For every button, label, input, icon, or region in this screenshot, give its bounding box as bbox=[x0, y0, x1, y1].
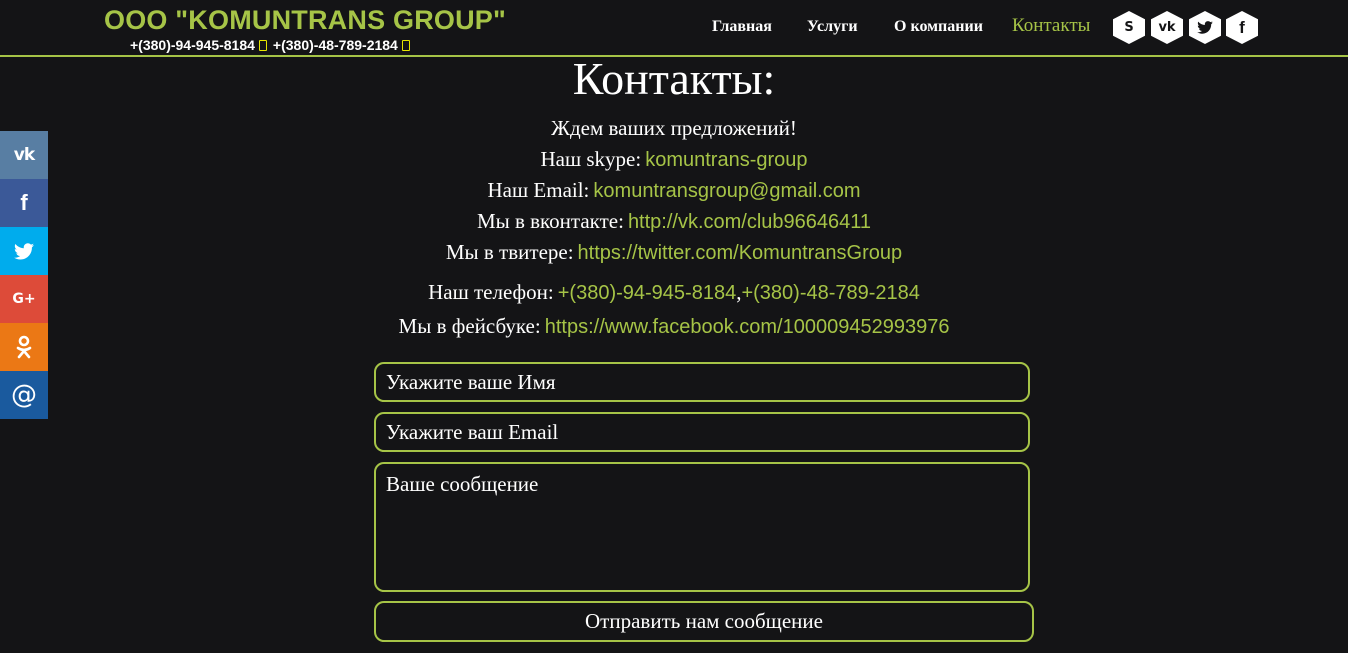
twitter-link[interactable]: https://twitter.com/KomuntransGroup bbox=[578, 242, 903, 264]
share-email-button[interactable]: @ bbox=[0, 371, 48, 419]
email-input[interactable] bbox=[374, 412, 1030, 452]
page-title: Контакты: bbox=[572, 53, 776, 104]
message-textarea[interactable] bbox=[374, 462, 1030, 592]
phone-icon bbox=[401, 40, 410, 51]
contact-facebook: Мы в фейсбуке: https://www.facebook.com/… bbox=[398, 314, 950, 338]
facebook-link[interactable]: https://www.facebook.com/100009452993976 bbox=[545, 316, 950, 338]
contact-email: Наш Email: komuntransgroup@gmail.com bbox=[487, 178, 861, 202]
twitter-icon[interactable] bbox=[1189, 11, 1221, 44]
site-logo-text[interactable]: ООО "KOMUNTRANS GROUP" bbox=[104, 4, 506, 36]
contact-phone: Наш телефон: +(380)-94-945-8184,+(380)-4… bbox=[428, 280, 920, 304]
vk-icon[interactable]: vk bbox=[1151, 11, 1183, 44]
contact-twitter: Мы в твитере: https://twitter.com/Komunt… bbox=[445, 240, 903, 264]
name-input[interactable] bbox=[374, 362, 1030, 402]
skype-link[interactable]: komuntrans-group bbox=[645, 149, 807, 171]
contacts-intro: Ждем ваших предложений! bbox=[551, 116, 797, 140]
site-header: ООО "KOMUNTRANS GROUP" +(380)-94-945-818… bbox=[0, 0, 1348, 57]
contact-vk: Мы в вконтакте: http://vk.com/club966464… bbox=[476, 209, 872, 233]
facebook-icon[interactable]: f bbox=[1226, 11, 1258, 44]
phone-link-1[interactable]: +(380)-94-945-8184 bbox=[558, 282, 736, 304]
contact-skype: Наш skype: komuntrans-group bbox=[540, 147, 808, 171]
email-icon: @ bbox=[11, 380, 37, 410]
submit-button[interactable]: Отправить нам сообщение bbox=[374, 601, 1034, 642]
header-phone-2[interactable]: +(380)-48-789-2184 bbox=[273, 37, 398, 53]
header-phones: +(380)-94-945-8184 +(380)-48-789-2184 bbox=[130, 37, 416, 53]
vk-link[interactable]: http://vk.com/club96646411 bbox=[628, 211, 871, 233]
share-bar: vk f G+ @ bbox=[0, 131, 48, 419]
header-phone-1[interactable]: +(380)-94-945-8184 bbox=[130, 37, 255, 53]
nav-item-about[interactable]: О компании bbox=[894, 17, 983, 37]
nav-item-services[interactable]: Услуги bbox=[807, 17, 858, 37]
skype-icon[interactable]: S bbox=[1113, 11, 1145, 44]
nav-item-home[interactable]: Главная bbox=[712, 17, 772, 37]
phone-link-2[interactable]: +(380)-48-789-2184 bbox=[741, 282, 919, 304]
phone-icon bbox=[258, 40, 267, 51]
nav-item-contacts[interactable]: Контакты bbox=[1012, 16, 1090, 36]
email-link[interactable]: komuntransgroup@gmail.com bbox=[593, 180, 860, 202]
